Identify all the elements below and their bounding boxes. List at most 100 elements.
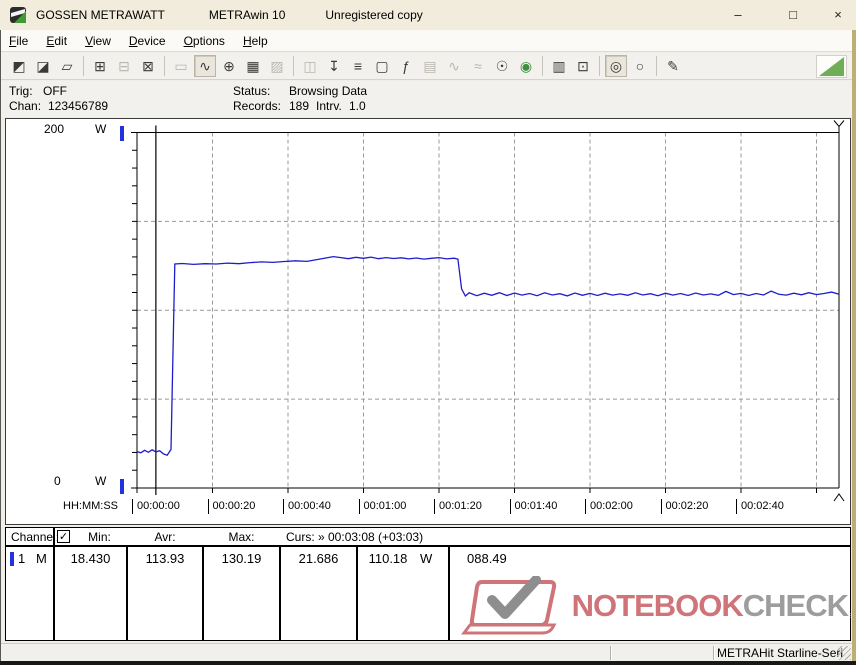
zoom-value-button[interactable]: ○ [629, 55, 651, 77]
x-tick-label: 00:01:40 [509, 499, 557, 514]
status-value: Browsing Data [289, 84, 368, 98]
copy-button: ◫ [303, 57, 317, 74]
save-file-button[interactable]: ◩ [8, 55, 30, 77]
metrawin-window: { "window": { "app_name": "GOSSEN METRAW… [0, 0, 856, 665]
value-avr: 113.93 [145, 551, 185, 566]
window-bottom-edge [0, 661, 856, 665]
trigger-label: Trig: [9, 84, 33, 98]
open-file-button[interactable]: ▱ [56, 55, 78, 77]
value-cursor1: 21.686 [298, 551, 339, 566]
cursor-display-button[interactable]: ⊕ [218, 55, 240, 77]
read-from-device-button[interactable]: ⊞ [89, 55, 111, 77]
value-max: 130.19 [221, 551, 262, 566]
trigger-button[interactable]: ◉ [515, 55, 537, 77]
value-cursor-delta: 088.49 [467, 551, 507, 566]
window-right-edge [852, 30, 856, 661]
statusbar-separator [713, 646, 714, 660]
col-header-cursors[interactable]: Curs: » 00:03:08 (+03:03) [286, 530, 586, 545]
table-grid-line [448, 547, 450, 640]
y-axis-unit-bottom: W [95, 474, 107, 488]
display-settings-button[interactable]: ▢ [371, 55, 393, 77]
trigger-value: OFF [43, 84, 67, 98]
x-tick-label: 00:00:00 [132, 499, 180, 514]
resize-grip[interactable] [837, 646, 851, 660]
channel-mode: M [36, 551, 47, 566]
menu-edit[interactable]: Edit [37, 31, 76, 51]
gmc-logo-triangle [816, 55, 847, 78]
col-header-min[interactable]: Min: [72, 530, 127, 545]
app-icon [10, 7, 26, 23]
titlebar-app-name: GOSSEN METRAWATT [36, 8, 165, 22]
measurement-table: Channel: ✓ Min: Avr: Max: Curs: » 00:03:… [5, 527, 851, 641]
title-bar[interactable]: GOSSEN METRAWATT METRAwin 10 Unregistere… [0, 0, 856, 30]
device-memory-button[interactable]: ⊠ [137, 55, 159, 77]
numeric-display-button: ▭ [174, 57, 188, 74]
y-axis-max-label: 200 [44, 122, 65, 136]
time-sync-button[interactable]: ☉ [491, 55, 513, 77]
interval-label: Intrv. [316, 99, 342, 113]
col-header-avr[interactable]: Avr: [127, 530, 203, 545]
channel-settings-button[interactable]: ≡ [347, 55, 369, 77]
x-tick-label: 00:02:40 [736, 499, 784, 514]
maximize-button[interactable]: □ [781, 4, 805, 26]
records-value: 189 [289, 99, 310, 113]
acquisition-info-panel: Trig: OFF Chan: 123456789 Status: Browsi… [1, 81, 852, 117]
cursor-2-top-marker[interactable] [833, 120, 845, 133]
x-tick-label: 00:00:20 [207, 499, 255, 514]
print-preview-button[interactable]: ▥ [548, 55, 570, 77]
device-config-button: ▤ [423, 57, 437, 74]
channel-number[interactable]: 1 [18, 551, 32, 566]
titlebar-product-name: METRAwin 10 [208, 8, 286, 22]
watermark-text-secondary: CHECK [742, 588, 849, 623]
chart-panel: 200 W 0 W HH:MM:SS 00:00:00 00:00:20 00:00… [5, 118, 851, 525]
y-axis-min-label: 0 [54, 474, 61, 488]
toolbar-separator [293, 56, 294, 76]
green-triangle-icon [819, 57, 844, 76]
statusbar-separator [610, 646, 611, 660]
channel-color-swatch [10, 552, 14, 566]
channels-label: Chan: [9, 99, 42, 113]
titlebar-license-status: Unregistered copy [325, 8, 423, 22]
menu-view[interactable]: View [76, 31, 120, 51]
value-cursor2: 110.18 [368, 551, 408, 566]
x-tick-label: 00:02:00 [585, 499, 633, 514]
menu-file[interactable]: File [1, 31, 37, 51]
chart-plot[interactable] [6, 119, 852, 526]
filter-button: ≈ [474, 58, 482, 74]
col-header-channel: Channel: [11, 530, 60, 544]
export-data-button[interactable]: ↧ [323, 55, 345, 77]
y-range-bottom-marker [120, 479, 124, 494]
x-axis-format-label: HH:MM:SS [63, 500, 118, 512]
menu-options[interactable]: Options [175, 31, 234, 51]
comment-button[interactable]: ✎ [662, 55, 684, 77]
menu-device[interactable]: Device [120, 31, 175, 51]
table-grid-line [53, 528, 55, 545]
table-header-divider [6, 545, 850, 547]
value-cursor2-unit: W [420, 551, 433, 566]
analog-output-button: ∿ [448, 57, 460, 74]
chart-display-button[interactable]: ∿ [194, 55, 216, 77]
table-display-button[interactable]: ▦ [242, 55, 264, 77]
toolbar-separator [656, 56, 657, 76]
toolbar-separator [599, 56, 600, 76]
status-bar: METRAHit Starline-Seri [1, 643, 852, 661]
save-file-as-button[interactable]: ◪ [32, 55, 54, 77]
channels-value: 123456789 [48, 99, 109, 113]
zoom-time-button[interactable]: ◎ [605, 55, 627, 77]
close-button[interactable]: × [826, 4, 850, 26]
laptop-check-icon [460, 576, 557, 635]
minimize-button[interactable]: – [726, 4, 750, 26]
cursor-2-bottom-marker[interactable] [833, 493, 845, 502]
write-to-device-button: ⊟ [118, 57, 130, 74]
interval-value: 1.0 [349, 99, 366, 113]
toolbar-separator [542, 56, 543, 76]
col-header-max[interactable]: Max: [203, 530, 280, 545]
connected-device-name: METRAHit Starline-Seri [717, 646, 844, 660]
status-label: Status: [233, 84, 271, 98]
watermark-text-primary: NOTEBOOK [571, 588, 744, 623]
print-button[interactable]: ⊡ [572, 55, 594, 77]
toolbar: ◩ ◪ ▱ ⊞ ⊟ ⊠ ▭ ∿ ⊕ ▦ ▨ ◫ ↧ ≡ ▢ ƒ ▤ ∿ ≈ ☉ ◉ ▥ ⊡ ◎ ○ ✎ [1, 53, 852, 80]
menu-help[interactable]: Help [234, 31, 277, 51]
channel-visible-checkbox[interactable]: ✓ [57, 530, 70, 543]
formula-button[interactable]: ƒ [395, 55, 417, 77]
